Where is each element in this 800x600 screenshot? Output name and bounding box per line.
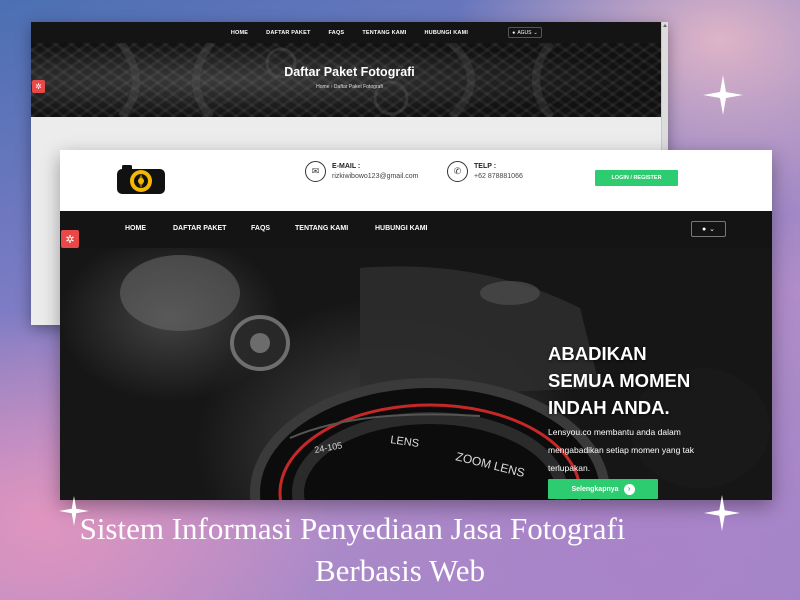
phone-contact: ✆ TELP : +62 878881066 [447,161,523,182]
user-dropdown[interactable]: ● ⌄ [691,221,726,237]
back-page-banner [31,43,661,117]
sparkle-icon [703,75,743,115]
page-title: Daftar Paket Fotografi [284,65,415,79]
nav-hubungi-kami[interactable]: HUBUNGI KAMI [375,225,428,232]
user-icon: ● [512,29,516,36]
nav-faqs[interactable]: FAQS [251,225,270,232]
back-nav-tentang-kami[interactable]: TENTANG KAMI [362,30,406,36]
back-account-dropdown[interactable]: ● AGUS ⌄ [508,27,542,38]
breadcrumb: Home › Daftar Paket Fotografi [316,84,383,90]
back-nav-daftar-paket[interactable]: DAFTAR PAKET [266,30,310,36]
scroll-up-arrow-icon[interactable] [663,24,667,27]
hero-banner: LENS ZOOM LENS 24-105 ABADIKAN SEMUA MOM… [60,248,772,500]
hero-heading-line-3: INDAH ANDA. [548,397,670,418]
chevron-down-icon: ⌄ [533,29,538,36]
hero-description: Lensyou.co membantu anda dalam mengabadi… [548,427,695,473]
gear-icon[interactable]: ✲ [32,80,45,93]
caption: Sistem Informasi Penyediaan Jasa Fotogra… [0,508,800,592]
email-value[interactable]: rizkiwibowo123@gmail.com [332,173,418,180]
envelope-icon: ✉ [305,161,326,182]
front-browser-window: ✉ E-MAIL : rizkiwibowo123@gmail.com ✆ TE… [60,150,772,500]
user-icon: ● [701,225,707,233]
chevron-down-icon: ⌄ [709,226,716,233]
nav-tentang-kami[interactable]: TENTANG KAMI [295,225,348,232]
phone-value[interactable]: +62 878881066 [474,173,523,180]
selengkapnya-button[interactable]: Selengkapnya › [548,479,658,499]
account-name: AGUS [517,29,532,36]
phone-label: TELP : [474,163,497,170]
arrow-right-icon: › [623,483,635,495]
nav-daftar-paket[interactable]: DAFTAR PAKET [173,225,226,232]
back-nav-faqs[interactable]: FAQS [329,30,345,36]
hero-heading: ABADIKAN SEMUA MOMEN INDAH ANDA. [548,340,748,421]
batik-pattern-image [117,43,555,117]
email-label: E-MAIL : [332,163,361,170]
cta-label: Selengkapnya [571,485,619,493]
back-nav-hubungi-kami[interactable]: HUBUNGI KAMI [424,30,468,36]
phone-icon: ✆ [447,161,468,182]
gear-icon[interactable]: ✲ [61,230,79,248]
hero-heading-line-1: ABADIKAN [548,343,647,364]
back-nav-home[interactable]: HOME [231,30,248,36]
login-register-button[interactable]: LOGIN / REGISTER [595,170,678,186]
email-contact: ✉ E-MAIL : rizkiwibowo123@gmail.com [305,161,418,182]
main-nav-bar: HOME DAFTAR PAKET FAQS TENTANG KAMI HUBU… [60,211,772,248]
hero-heading-line-2: SEMUA MOMEN [548,370,691,391]
caption-line-1: Sistem Informasi Penyediaan Jasa Fotogra… [79,511,626,546]
caption-line-2: Berbasis Web [315,553,485,588]
nav-home[interactable]: HOME [125,225,146,232]
site-header: ✉ E-MAIL : rizkiwibowo123@gmail.com ✆ TE… [60,150,772,211]
camera-logo-icon[interactable] [116,163,166,195]
back-nav-bar: HOME DAFTAR PAKET FAQS TENTANG KAMI HUBU… [31,22,668,43]
